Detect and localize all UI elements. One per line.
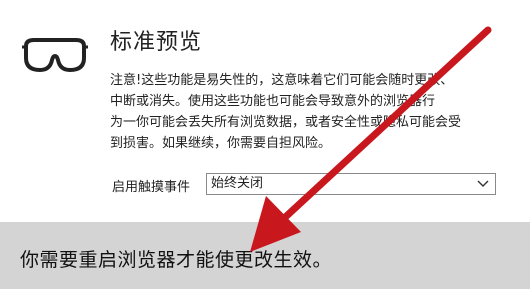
touch-events-value: 始终关闭 bbox=[211, 176, 264, 191]
restart-notice: 你需要重启浏览器才能使更改生效。 bbox=[20, 249, 333, 271]
warning-line: 到损害。如果继续，你需要自担风险。 bbox=[110, 136, 332, 151]
warning-text: 注意!这些功能是易失性的，这意味着它们可能会随时更改、 中断或消失。使用这些功能… bbox=[110, 70, 524, 154]
warning-line: 注意!这些功能是易失性的，这意味着它们可能会随时更改、 bbox=[110, 73, 454, 88]
warning-line: 为一你可能会丢失所有浏览数据，或者安全性或隐私可能会受 bbox=[110, 115, 462, 130]
touch-events-label: 启用触摸事件 bbox=[112, 180, 191, 195]
page-title: 标准预览 bbox=[110, 30, 203, 55]
warning-line: 中断或消失。使用这些功能也可能会导致意外的浏览器行 bbox=[110, 94, 436, 109]
preview-settings-panel: 标准预览 注意!这些功能是易失性的，这意味着它们可能会随时更改、 中断或消失。使… bbox=[0, 0, 530, 289]
touch-events-select[interactable]: 始终关闭 bbox=[206, 173, 496, 195]
goggles-icon bbox=[22, 38, 88, 72]
restart-notice-bar: 你需要重启浏览器才能使更改生效。 bbox=[0, 222, 530, 289]
chevron-down-icon bbox=[477, 180, 489, 187]
